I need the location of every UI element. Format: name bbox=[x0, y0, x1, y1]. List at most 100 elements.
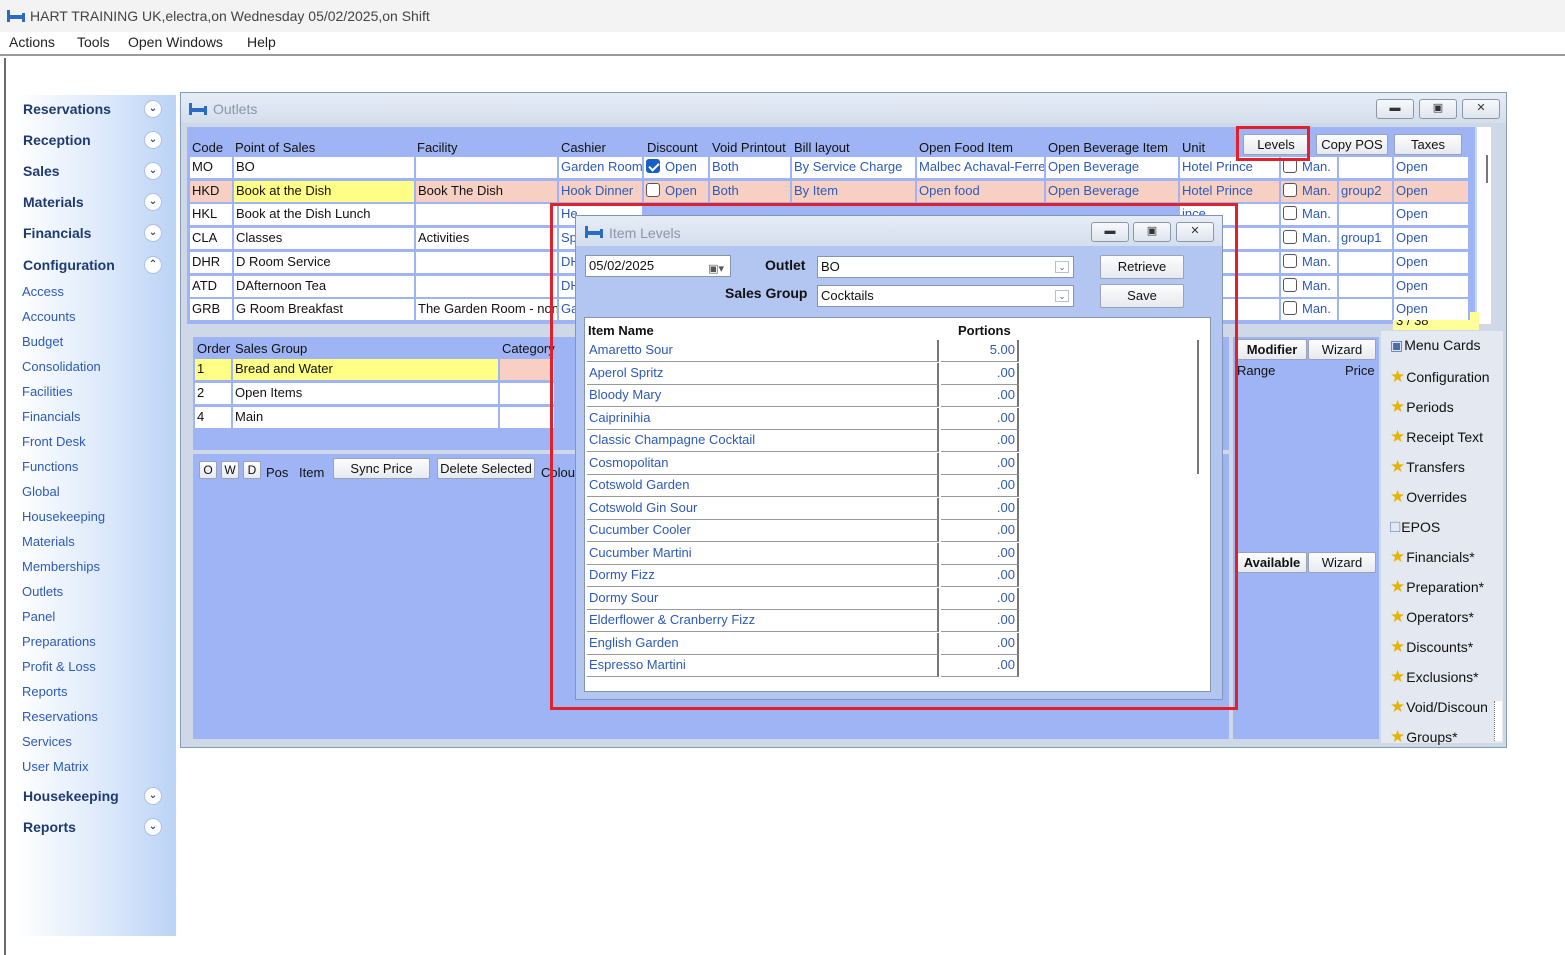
cell-category[interactable] bbox=[500, 359, 556, 380]
cell-category[interactable] bbox=[500, 383, 556, 404]
sidebar-item-front-desk[interactable]: Front Desk bbox=[22, 434, 86, 449]
cell-man[interactable]: Man. bbox=[1281, 180, 1339, 202]
cell-group[interactable]: group2 bbox=[1339, 180, 1394, 202]
cell-facility[interactable] bbox=[416, 251, 559, 273]
cell-food[interactable]: Open food bbox=[917, 180, 1046, 202]
cell-man[interactable]: Man. bbox=[1281, 228, 1339, 250]
side-menu-configuration[interactable]: ★Configuration bbox=[1390, 367, 1490, 387]
cell-code[interactable]: MO bbox=[190, 157, 234, 178]
side-menu-financials-[interactable]: ★Financials* bbox=[1390, 547, 1475, 567]
chevron-up-icon[interactable]: ⌃ bbox=[144, 256, 162, 274]
sidebar-item-facilities[interactable]: Facilities bbox=[22, 384, 73, 399]
sidebar-item-consolidation[interactable]: Consolidation bbox=[22, 359, 101, 374]
menu-actions[interactable]: Actions bbox=[9, 34, 55, 50]
cell-facility[interactable]: Activities bbox=[416, 228, 559, 250]
cell-bev[interactable]: Open Beverage bbox=[1046, 180, 1180, 202]
chevron-down-icon[interactable]: ⌄ bbox=[144, 818, 162, 836]
cell-bill[interactable]: By Service Charge bbox=[792, 157, 917, 178]
chevron-down-icon[interactable]: ⌄ bbox=[144, 224, 162, 242]
side-menu-exclusions-[interactable]: ★Exclusions* bbox=[1390, 667, 1479, 687]
manual-checkbox[interactable] bbox=[1283, 230, 1297, 245]
o-button[interactable]: O bbox=[199, 461, 217, 479]
cell-status[interactable]: Open bbox=[1394, 204, 1470, 226]
side-menu-transfers[interactable]: ★Transfers bbox=[1390, 457, 1465, 477]
cell-unit[interactable]: Hotel Prince bbox=[1180, 180, 1281, 202]
chevron-down-icon[interactable]: ⌄ bbox=[144, 193, 162, 211]
sidebar-item-panel[interactable]: Panel bbox=[22, 609, 55, 624]
modifier-wizard-button[interactable]: Wizard bbox=[1308, 339, 1376, 360]
manual-checkbox[interactable] bbox=[1283, 277, 1297, 292]
sidebar-section-reservations[interactable]: Reservations bbox=[23, 101, 111, 117]
sidebar-section-reception[interactable]: Reception bbox=[23, 132, 91, 148]
modifier-tab[interactable]: Modifier bbox=[1237, 339, 1307, 360]
manual-checkbox[interactable] bbox=[1283, 253, 1297, 268]
cell-bill[interactable]: By Item bbox=[792, 180, 917, 202]
cell-pos[interactable]: Classes bbox=[234, 228, 416, 250]
cell-status[interactable]: Open bbox=[1394, 299, 1470, 321]
side-menu-preparation-[interactable]: ★Preparation* bbox=[1390, 577, 1484, 597]
cell-group[interactable] bbox=[1339, 275, 1394, 297]
cell-discount[interactable]: Open bbox=[644, 180, 710, 202]
sidebar-item-housekeeping[interactable]: Housekeeping bbox=[22, 509, 105, 524]
cell-facility[interactable] bbox=[416, 157, 559, 178]
cell-sales-group[interactable]: Open Items bbox=[233, 383, 500, 404]
cell-man[interactable]: Man. bbox=[1281, 251, 1339, 273]
cell-order[interactable]: 2 bbox=[195, 383, 233, 404]
cell-group[interactable] bbox=[1339, 299, 1394, 321]
w-button[interactable]: W bbox=[221, 461, 239, 479]
cell-code[interactable]: HKD bbox=[190, 180, 234, 202]
discount-checkbox[interactable] bbox=[646, 159, 660, 173]
cell-status[interactable]: Open bbox=[1394, 228, 1470, 250]
side-menu-scrollbar[interactable] bbox=[1494, 701, 1502, 741]
cell-status[interactable]: Open bbox=[1394, 251, 1470, 273]
cell-code[interactable]: ATD bbox=[190, 275, 234, 297]
sidebar-section-reports-bottom[interactable]: Reports bbox=[23, 819, 76, 835]
cell-facility[interactable] bbox=[416, 275, 559, 297]
outlets-scrollbar[interactable] bbox=[1477, 127, 1491, 324]
sidebar-item-outlets[interactable]: Outlets bbox=[22, 584, 63, 599]
cell-cashier[interactable]: Hook Dinner bbox=[559, 180, 644, 202]
cell-pos[interactable]: BO bbox=[234, 157, 416, 178]
sidebar-section-sales[interactable]: Sales bbox=[23, 163, 60, 179]
side-menu-void-discoun[interactable]: ★Void/Discoun bbox=[1390, 697, 1488, 717]
cell-cashier[interactable]: Garden Room bbox=[559, 157, 644, 178]
cell-facility[interactable]: The Garden Room - non bbox=[416, 299, 559, 321]
cell-order[interactable]: 4 bbox=[195, 407, 233, 428]
cell-man[interactable]: Man. bbox=[1281, 299, 1339, 321]
cell-pos[interactable]: Book at the Dish bbox=[234, 180, 416, 202]
taxes-button[interactable]: Taxes bbox=[1394, 134, 1462, 155]
cell-discount[interactable]: Open bbox=[644, 157, 710, 178]
sidebar-item-accounts[interactable]: Accounts bbox=[22, 309, 75, 324]
sidebar-item-reports[interactable]: Reports bbox=[22, 684, 68, 699]
cell-void[interactable]: Both bbox=[710, 180, 792, 202]
cell-pos[interactable]: D Room Service bbox=[234, 251, 416, 273]
sync-price-button[interactable]: Sync Price bbox=[333, 458, 430, 479]
cell-category[interactable] bbox=[500, 407, 556, 428]
close-button[interactable]: ✕ bbox=[1462, 99, 1500, 119]
side-menu-discounts-[interactable]: ★Discounts* bbox=[1390, 637, 1473, 657]
menu-tools[interactable]: Tools bbox=[77, 34, 110, 50]
cell-code[interactable]: GRB bbox=[190, 299, 234, 321]
side-menu-epos[interactable]: □EPOS bbox=[1390, 517, 1440, 537]
sidebar-section-housekeeping-bottom[interactable]: Housekeeping bbox=[23, 788, 119, 804]
cell-pos[interactable]: Book at the Dish Lunch bbox=[234, 204, 416, 226]
cell-facility[interactable] bbox=[416, 204, 559, 226]
cell-man[interactable]: Man. bbox=[1281, 204, 1339, 226]
cell-food[interactable]: Malbec Achaval-Ferrer bbox=[917, 157, 1046, 178]
cell-group[interactable] bbox=[1339, 251, 1394, 273]
chevron-down-icon[interactable]: ⌄ bbox=[144, 131, 162, 149]
side-menu-operators-[interactable]: ★Operators* bbox=[1390, 607, 1474, 627]
copy-pos-button[interactable]: Copy POS bbox=[1316, 134, 1388, 155]
available-wizard-button[interactable]: Wizard bbox=[1308, 552, 1376, 573]
cell-order[interactable]: 1 bbox=[195, 359, 233, 380]
cell-code[interactable]: HKL bbox=[190, 204, 234, 226]
cell-sales-group[interactable]: Main bbox=[233, 407, 500, 428]
side-menu-receipt-text[interactable]: ★Receipt Text bbox=[1390, 427, 1483, 447]
cell-void[interactable]: Both bbox=[710, 157, 792, 178]
discount-checkbox[interactable] bbox=[646, 182, 660, 197]
cell-code[interactable]: DHR bbox=[190, 251, 234, 273]
delete-selected-button[interactable]: Delete Selected bbox=[437, 458, 535, 479]
chevron-down-icon[interactable]: ⌄ bbox=[144, 162, 162, 180]
sidebar-item-user-matrix[interactable]: User Matrix bbox=[22, 759, 88, 774]
menu-help[interactable]: Help bbox=[247, 34, 276, 50]
